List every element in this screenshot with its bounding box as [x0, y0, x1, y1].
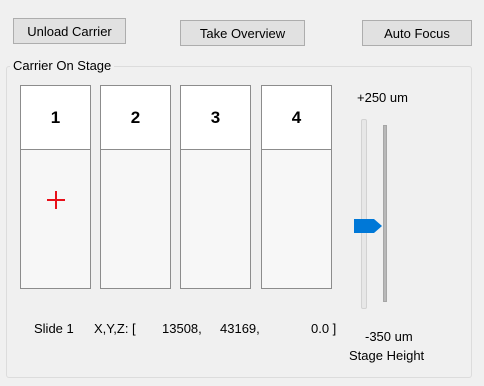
slide-slot-3[interactable]: 3	[180, 85, 251, 289]
slide-slot-body[interactable]	[181, 150, 250, 288]
slide-slot-label: 4	[262, 86, 331, 150]
status-slide-name: Slide 1	[34, 321, 74, 336]
slide-slot-label: 3	[181, 86, 250, 150]
status-x-value: 13508,	[162, 321, 202, 336]
unload-carrier-button[interactable]: Unload Carrier	[13, 18, 126, 44]
slide-slot-2[interactable]: 2	[100, 85, 171, 289]
stage-height-slider-track[interactable]	[361, 119, 367, 309]
stage-height-max-label: +250 um	[357, 90, 408, 105]
status-coord-label: X,Y,Z: [	[94, 321, 136, 336]
slide-slot-body[interactable]	[21, 150, 90, 288]
slide-slot-1[interactable]: 1	[20, 85, 91, 289]
stage-height-caption: Stage Height	[349, 348, 425, 363]
status-y-value: 43169,	[220, 321, 260, 336]
auto-focus-button[interactable]: Auto Focus	[362, 20, 472, 46]
take-overview-button[interactable]: Take Overview	[180, 20, 305, 46]
position-marker-icon	[47, 191, 65, 209]
slide-slot-label: 2	[101, 86, 170, 150]
status-z-value: 0.0 ]	[311, 321, 337, 336]
slide-slot-4[interactable]: 4	[261, 85, 332, 289]
slide-slot-body[interactable]	[262, 150, 331, 288]
carrier-groupbox-title: Carrier On Stage	[10, 59, 115, 73]
stage-height-tick-bar	[383, 125, 387, 302]
stage-height-slider-thumb[interactable]	[354, 219, 382, 233]
slide-slot-body[interactable]	[101, 150, 170, 288]
slider-thumb-icon	[354, 219, 382, 233]
slide-slot-label: 1	[21, 86, 90, 150]
stage-control-panel: Unload Carrier Take Overview Auto Focus …	[0, 0, 484, 386]
stage-height-min-label: -350 um	[365, 329, 413, 344]
